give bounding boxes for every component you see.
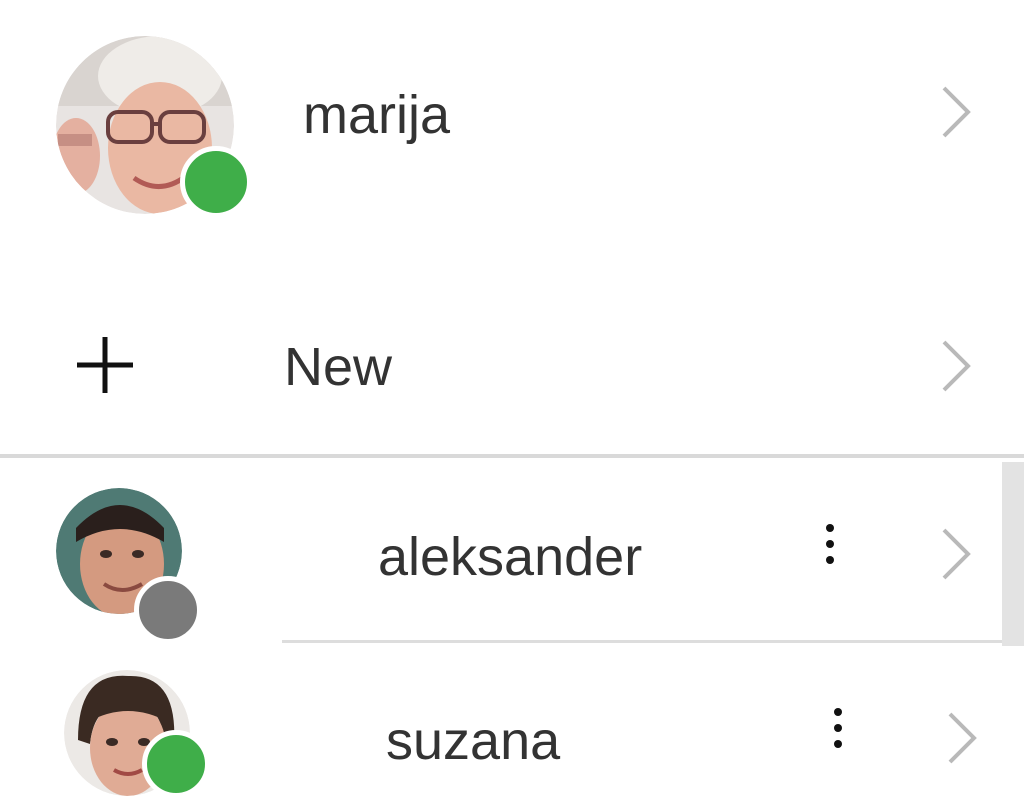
contact-divider (282, 640, 1002, 643)
avatar-aleksander (56, 488, 202, 644)
current-user-name: marija (303, 85, 451, 145)
current-user-row[interactable]: marija (0, 0, 1024, 240)
avatar-marija (56, 36, 252, 218)
status-online-indicator (180, 146, 252, 218)
chevron-right-icon (948, 712, 977, 764)
new-label: New (284, 337, 393, 397)
contacts-panel: marija New aleksander suzana (0, 0, 1024, 811)
section-divider (0, 454, 1024, 458)
scrollbar[interactable] (1002, 462, 1024, 646)
plus-icon (77, 337, 133, 393)
more-options-icon[interactable] (830, 704, 846, 764)
contact-name: aleksander (378, 527, 643, 587)
avatar-suzana (64, 670, 210, 798)
contact-name: suzana (386, 711, 561, 771)
more-options-icon[interactable] (822, 520, 838, 580)
new-conversation-row[interactable]: New (0, 300, 1024, 450)
chevron-right-icon (942, 340, 971, 392)
chevron-right-icon (942, 528, 971, 580)
contact-row[interactable]: suzana (0, 644, 1000, 811)
chevron-right-icon (942, 86, 971, 138)
status-offline-indicator (134, 576, 202, 644)
status-online-indicator (142, 730, 210, 798)
contact-row[interactable]: aleksander (0, 462, 1000, 644)
